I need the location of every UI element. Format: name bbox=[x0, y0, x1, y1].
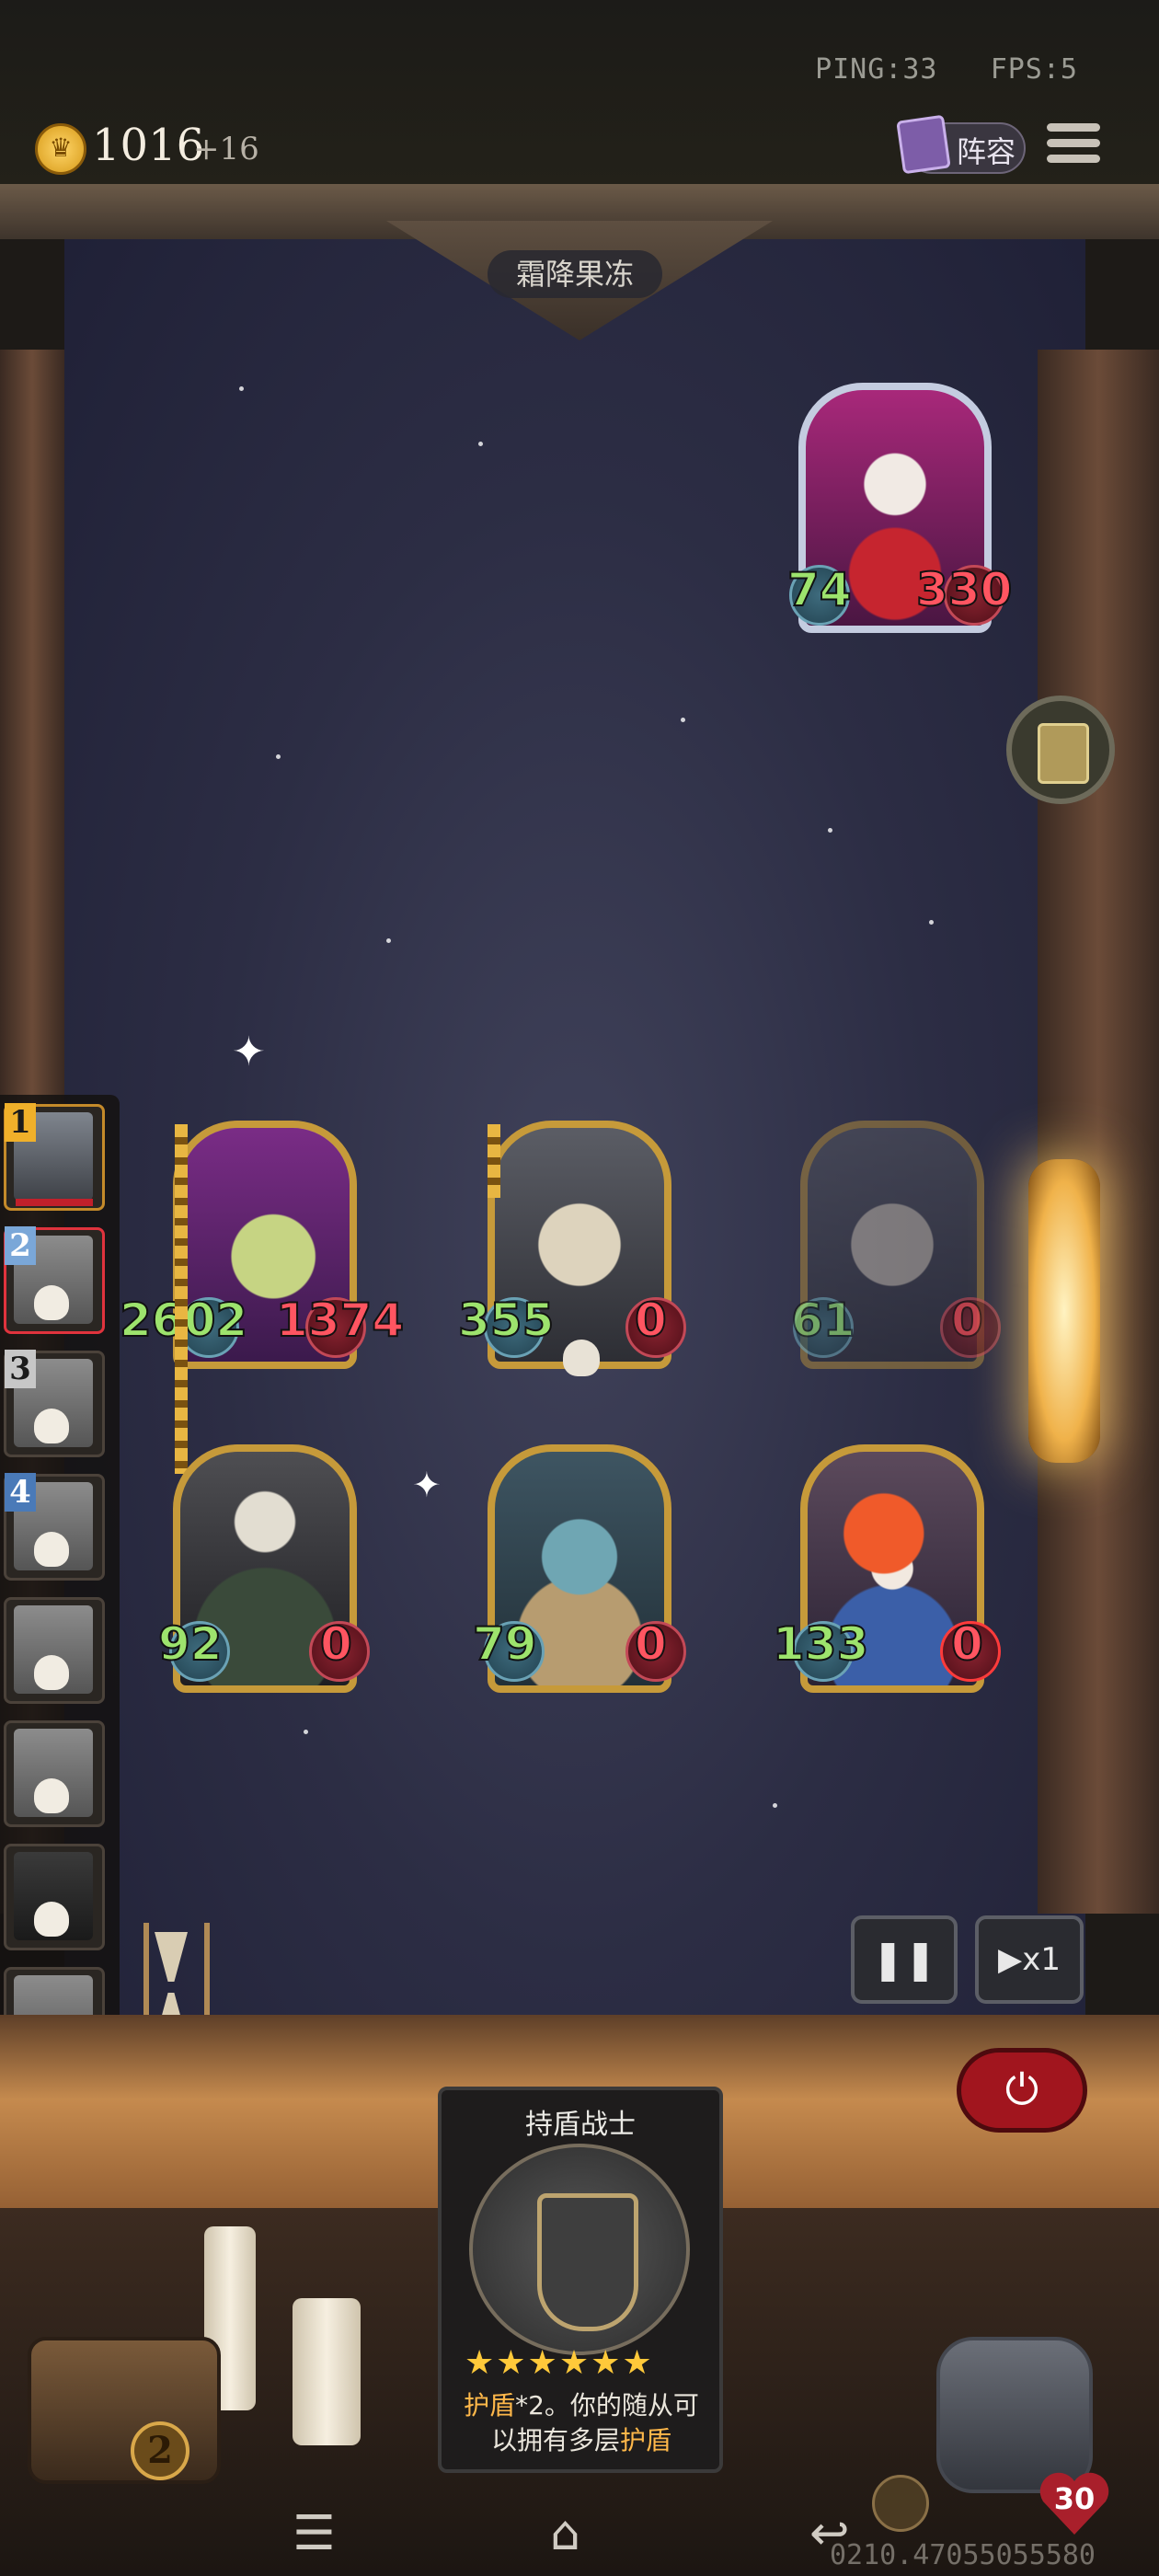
lineup-label[interactable]: 阵容 bbox=[957, 129, 1016, 171]
ping-label: PING:33 bbox=[815, 53, 938, 86]
unit-health: 0 bbox=[319, 1616, 353, 1672]
sidebar-slot-1[interactable]: 1 bbox=[4, 1103, 105, 1211]
power-icon: ⏻ bbox=[1004, 2064, 1039, 2114]
sparkle-icon: ✦ bbox=[232, 1029, 266, 1075]
star bbox=[276, 754, 281, 759]
sidebar-slot-6[interactable] bbox=[4, 1720, 105, 1827]
enemy-health: 330 bbox=[915, 562, 1013, 617]
skull-icon bbox=[34, 1902, 69, 1937]
unit-health: 1374 bbox=[275, 1293, 405, 1348]
shield-warrior-portrait bbox=[469, 2144, 690, 2355]
unit-attack: 61 bbox=[790, 1293, 856, 1348]
star bbox=[478, 442, 483, 446]
unit-attack: 355 bbox=[457, 1293, 555, 1348]
unit-health: 0 bbox=[634, 1616, 668, 1672]
unit-health: 0 bbox=[950, 1616, 984, 1672]
star bbox=[773, 1803, 777, 1808]
skull-icon bbox=[563, 1340, 600, 1376]
sidebar-slot-4[interactable]: 4 bbox=[4, 1473, 105, 1581]
skull-icon bbox=[34, 1285, 69, 1320]
sidebar-slot-2[interactable]: 2 bbox=[4, 1226, 105, 1334]
unit-card-description: 护盾*2。你的随从可以拥有多层护盾 bbox=[453, 2388, 710, 2458]
pause-icon: ❚❚ bbox=[871, 1937, 937, 1982]
treasure-chest-button[interactable] bbox=[28, 2337, 221, 2484]
skull-icon bbox=[34, 1655, 69, 1690]
chain-decoration bbox=[175, 1124, 188, 1474]
rank-number: 3 bbox=[5, 1350, 36, 1388]
health-bar bbox=[16, 1199, 93, 1206]
rank-number: 4 bbox=[5, 1473, 36, 1512]
power-button[interactable]: ⏻ bbox=[957, 2048, 1087, 2133]
frame-right bbox=[1038, 350, 1159, 1914]
candle-decoration bbox=[293, 2298, 361, 2445]
fps-label: FPS:5 bbox=[990, 53, 1078, 86]
pause-button[interactable]: ❚❚ bbox=[851, 1915, 958, 2004]
unit-health: 0 bbox=[634, 1293, 668, 1348]
gold-amount: 1016 bbox=[92, 120, 205, 171]
chest-level: 2 bbox=[131, 2421, 189, 2480]
relic-icon bbox=[1038, 723, 1089, 784]
recent-apps-icon[interactable]: ☰ bbox=[293, 2506, 336, 2561]
shield-icon bbox=[537, 2193, 638, 2331]
keyword-shield: 护盾 bbox=[464, 2390, 516, 2421]
star bbox=[929, 920, 934, 925]
sidebar-slot-3[interactable]: 3 bbox=[4, 1350, 105, 1457]
star bbox=[386, 938, 391, 943]
enemy-attack: 74 bbox=[786, 562, 853, 617]
hero-portrait[interactable] bbox=[936, 2337, 1093, 2493]
rank-number: 2 bbox=[5, 1226, 36, 1265]
unit-health: 0 bbox=[950, 1293, 984, 1348]
keyword-shield: 护盾 bbox=[620, 2425, 672, 2455]
relic-button[interactable] bbox=[1006, 696, 1115, 804]
rank-number: 1 bbox=[5, 1103, 36, 1142]
gold-coin-icon: ♛ bbox=[35, 123, 86, 175]
skull-icon bbox=[34, 1409, 69, 1443]
home-icon[interactable]: ⌂ bbox=[550, 2506, 580, 2561]
star bbox=[239, 386, 244, 391]
menu-icon[interactable] bbox=[1047, 123, 1100, 169]
unit-card-name: 持盾战士 bbox=[525, 2109, 636, 2141]
chain-decoration bbox=[488, 1124, 500, 1198]
sidebar-slot-7[interactable] bbox=[4, 1844, 105, 1950]
build-id: 0210.47055055580 bbox=[830, 2539, 1096, 2571]
gold-income: +16 bbox=[193, 131, 259, 167]
star-rating: ★★★★★★ bbox=[465, 2344, 654, 2382]
book-icon bbox=[896, 114, 951, 175]
unit-attack: 79 bbox=[472, 1616, 538, 1672]
sidebar-slot-5[interactable] bbox=[4, 1597, 105, 1704]
lantern-decoration bbox=[1028, 1159, 1100, 1463]
star bbox=[828, 828, 832, 833]
sparkle-icon: ✦ bbox=[412, 1465, 442, 1505]
speed-button[interactable]: ▶x1 bbox=[975, 1915, 1084, 2004]
stage-name: 霜降果冻 bbox=[488, 250, 662, 298]
skull-icon bbox=[34, 1532, 69, 1567]
star bbox=[681, 718, 685, 722]
star bbox=[304, 1730, 308, 1734]
network-stats: PING:33 FPS:5 bbox=[815, 53, 1078, 86]
unit-attack: 92 bbox=[157, 1616, 224, 1672]
unit-attack: 133 bbox=[772, 1616, 869, 1672]
skull-icon bbox=[34, 1778, 69, 1813]
